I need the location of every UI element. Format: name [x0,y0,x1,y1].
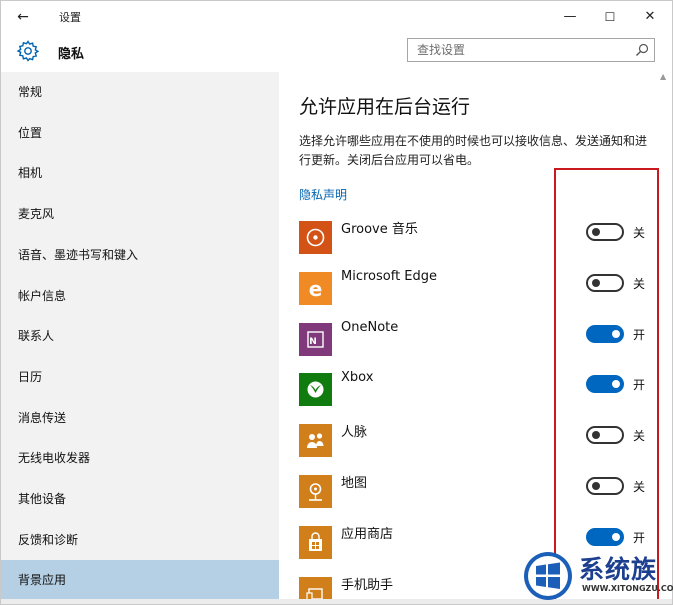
sidebar: 常规 位置 相机 麦克风 语音、墨迹书写和键入 帐户信息 联系人 日历 消息传送 无线电收发器 其他… [1,72,279,604]
minimize-button[interactable]: — [549,3,591,31]
search-input[interactable] [408,39,637,61]
sidebar-item[interactable]: 消息传送 [1,398,279,438]
sidebar-item[interactable]: 背景应用 [1,560,279,601]
app-name: Microsoft Edge [341,268,438,284]
close-button[interactable]: ✕ [629,3,671,31]
sidebar-item[interactable]: 无线电收发器 [1,438,279,478]
sidebar-item[interactable]: 语音、墨迹书写和键入 [1,235,279,275]
windows-logo-icon [524,552,572,600]
app-name: Xbox [341,370,374,386]
search-icon[interactable] [635,43,649,57]
page-description: 选择允许哪些应用在不使用的时候也可以接收信息、发送通知和进行更新。关闭后台应用可… [299,134,648,167]
sidebar-item[interactable]: 帐户信息 [1,276,279,316]
search-box[interactable] [407,38,655,62]
app-name: 应用商店 [341,526,394,542]
svg-text:N: N [309,337,317,347]
onenote-icon: N [299,322,332,356]
edge-icon: e [299,271,332,305]
maximize-button[interactable]: ☐ [589,3,631,31]
app-name: OneNote [341,319,399,335]
watermark-text: 系统族 [579,555,658,584]
section-title: 隐私 [58,47,85,62]
title-bar: ← 设置 — ☐ ✕ [1,1,672,33]
xbox-icon [299,373,332,407]
gear-icon [16,40,40,62]
app-name: Groove 音乐 [341,222,418,237]
back-button[interactable]: ← [9,4,37,30]
sidebar-item[interactable]: 日历 [1,357,279,397]
people-icon [299,424,332,458]
privacy-statement-link[interactable]: 隐私声明 [299,186,347,203]
store-icon [299,525,332,559]
settings-window: ← 设置 — ☐ ✕ 隐私 常规位置相机麦克风语音、墨迹书写和键入帐户信息联系人… [0,0,673,605]
app-name: 地图 [341,476,368,491]
svg-text:e: e [309,277,323,301]
page-title: 允许应用在后台运行 [299,96,471,118]
window-title: 设置 [59,11,81,24]
groove-music-icon [299,221,332,254]
app-name: 人脉 [341,425,368,441]
watermark-logo: 系统族 WWW.XITONGZU.COM [522,548,673,604]
sidebar-item[interactable]: 其他设备 [1,479,279,519]
sidebar-item[interactable]: 常规 [1,72,279,112]
maps-icon [299,475,332,508]
watermark-url: WWW.XITONGZU.COM [582,584,673,593]
sidebar-item[interactable]: 麦克风 [1,194,279,234]
sidebar-item[interactable]: 联系人 [1,316,279,356]
scroll-up-arrow[interactable]: ▲ [660,72,670,82]
sidebar-item[interactable]: 位置 [1,113,279,153]
highlight-box [554,168,659,604]
sidebar-item[interactable]: 相机 [1,153,279,193]
app-name: 手机助手 [341,577,394,593]
sidebar-item[interactable]: 反馈和诊断 [1,520,279,560]
